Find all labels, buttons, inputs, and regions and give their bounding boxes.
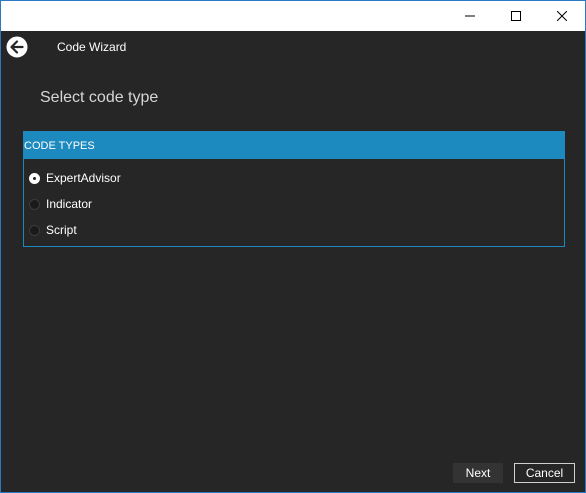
code-wizard-window: Code Wizard Select code type CODE TYPES …	[0, 0, 586, 493]
back-arrow-icon	[6, 36, 28, 58]
wizard-title: Code Wizard	[57, 40, 127, 54]
maximize-icon	[511, 11, 521, 21]
close-button[interactable]	[539, 1, 585, 31]
radio-label-expertadvisor: ExpertAdvisor	[46, 171, 121, 185]
radio-indicator[interactable]: Indicator	[29, 195, 92, 213]
code-types-header-label: CODE TYPES	[24, 140, 95, 152]
radio-label-indicator: Indicator	[46, 197, 93, 211]
code-types-header: CODE TYPES	[24, 132, 564, 159]
minimize-icon	[465, 15, 475, 17]
maximize-button[interactable]	[493, 1, 539, 31]
wizard-content: Code Wizard Select code type CODE TYPES …	[1, 31, 585, 492]
page-heading: Select code type	[40, 89, 159, 106]
radio-button-checked[interactable]	[29, 172, 40, 184]
radio-expertadvisor[interactable]: ExpertAdvisor	[29, 169, 121, 187]
close-icon	[557, 11, 567, 21]
radio-label-script: Script	[46, 223, 77, 237]
back-button[interactable]	[6, 36, 28, 58]
code-types-group: CODE TYPES ExpertAdvisor Indicator Scrip…	[23, 131, 565, 247]
title-bar[interactable]	[1, 1, 585, 31]
radio-button[interactable]	[29, 224, 40, 236]
radio-button[interactable]	[29, 198, 40, 210]
cancel-button[interactable]: Cancel	[514, 463, 575, 483]
minimize-button[interactable]	[447, 1, 493, 31]
radio-script[interactable]: Script	[29, 221, 77, 239]
next-button[interactable]: Next	[453, 463, 503, 483]
